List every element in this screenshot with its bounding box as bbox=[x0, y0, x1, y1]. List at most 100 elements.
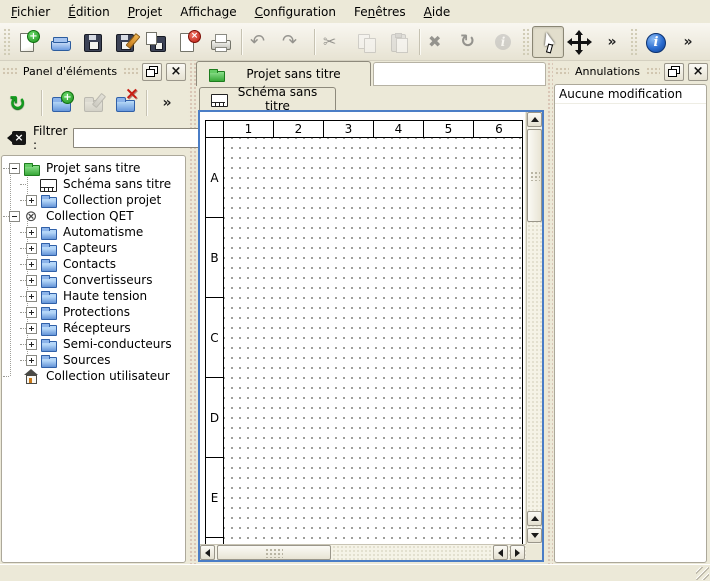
tree-item-collection-qet[interactable]: Collection QET bbox=[2, 208, 185, 224]
close-panel-button[interactable] bbox=[166, 63, 186, 81]
scroll-down-button[interactable] bbox=[527, 528, 542, 543]
menu-fichier[interactable]: Fichier bbox=[2, 3, 59, 21]
tree-expander[interactable] bbox=[9, 163, 20, 174]
tree-expander[interactable] bbox=[26, 339, 37, 350]
right-splitter[interactable] bbox=[546, 60, 553, 565]
tree-item-recepteurs[interactable]: Récepteurs bbox=[2, 320, 185, 336]
delete-category-button[interactable] bbox=[110, 87, 142, 119]
tree-expander[interactable] bbox=[26, 243, 37, 254]
tree-item-haute-tension[interactable]: Haute tension bbox=[2, 288, 185, 304]
panel-overflow-button[interactable]: » bbox=[151, 87, 183, 119]
scroll-up-button[interactable] bbox=[527, 112, 542, 127]
tree-item-label: Capteurs bbox=[61, 241, 119, 255]
tree-expander[interactable] bbox=[26, 259, 37, 270]
tree-item-projet-sans-titre[interactable]: Projet sans titre bbox=[2, 160, 185, 176]
save-button[interactable] bbox=[77, 26, 109, 58]
dock-texture bbox=[2, 67, 17, 76]
menu-aide[interactable]: Aide bbox=[415, 3, 460, 21]
float-panel-button[interactable] bbox=[142, 63, 162, 81]
tree-item-schema-sans-titre[interactable]: Schéma sans titre bbox=[2, 176, 185, 192]
tree-item-protections[interactable]: Protections bbox=[2, 304, 185, 320]
vertical-scrollbar[interactable] bbox=[526, 112, 542, 544]
schema-canvas[interactable]: 123456 ABCDE bbox=[200, 112, 525, 544]
close-undo-panel-button[interactable] bbox=[688, 63, 708, 81]
schema-icon bbox=[211, 92, 228, 107]
schema-view[interactable]: 123456 ABCDE bbox=[198, 110, 544, 562]
paper-corner-cell bbox=[206, 121, 224, 137]
elements-panel: Panel d'éléments » Filtrer : Projet sans… bbox=[0, 60, 188, 565]
new-file-button[interactable] bbox=[13, 26, 45, 58]
info-button bbox=[488, 26, 520, 58]
tree-item-semi-conducteurs[interactable]: Semi-conducteurs bbox=[2, 336, 185, 352]
undo-panel: Annulations Aucune modification bbox=[553, 60, 710, 565]
scroll-right-button[interactable] bbox=[510, 545, 525, 560]
menu-bar: FichierÉditionProjetAffichageConfigurati… bbox=[0, 0, 710, 24]
save-all-button[interactable] bbox=[141, 26, 173, 58]
tree-item-label: Collection projet bbox=[61, 193, 163, 207]
tree-expander[interactable] bbox=[26, 195, 37, 206]
tree-expander[interactable] bbox=[26, 323, 37, 334]
horizontal-scrollbar[interactable] bbox=[200, 544, 526, 560]
folder-blue-icon bbox=[40, 257, 57, 272]
status-bar bbox=[0, 564, 710, 581]
tree-expander[interactable] bbox=[26, 307, 37, 318]
tree-item-capteurs[interactable]: Capteurs bbox=[2, 240, 185, 256]
rotate-button bbox=[456, 26, 488, 58]
paper-column-label: 6 bbox=[474, 121, 524, 137]
tree-item-sources[interactable]: Sources bbox=[2, 352, 185, 368]
float-undo-panel-button[interactable] bbox=[664, 63, 684, 81]
about-button[interactable] bbox=[640, 26, 672, 58]
dock-texture bbox=[646, 67, 660, 76]
menu-projet[interactable]: Projet bbox=[119, 3, 171, 21]
toolbar-handle[interactable] bbox=[3, 28, 11, 56]
close-file-button[interactable] bbox=[173, 26, 205, 58]
horizontal-scroll-thumb[interactable] bbox=[217, 545, 331, 560]
tree-expander[interactable] bbox=[26, 227, 37, 238]
scroll-up-button-2[interactable] bbox=[527, 511, 542, 526]
tree-expander[interactable] bbox=[26, 275, 37, 286]
folder-green-icon bbox=[23, 161, 40, 176]
project-tab[interactable]: Projet sans titre bbox=[196, 61, 371, 86]
toolbar-separator bbox=[241, 29, 242, 55]
save-as-button[interactable] bbox=[109, 26, 141, 58]
undo-list-item[interactable]: Aucune modification bbox=[555, 85, 706, 104]
menu-configuration[interactable]: Configuration bbox=[246, 3, 345, 21]
tree-item-collection-utilisateur[interactable]: Collection utilisateur bbox=[2, 368, 185, 384]
print-icon bbox=[209, 31, 233, 53]
clear-filter-icon[interactable] bbox=[7, 130, 27, 146]
vertical-scroll-thumb[interactable] bbox=[527, 129, 542, 222]
tree-expander[interactable] bbox=[26, 355, 37, 366]
paper-columns: 123456 bbox=[224, 121, 524, 137]
tree-item-contacts[interactable]: Contacts bbox=[2, 256, 185, 272]
menu-edition[interactable]: Édition bbox=[59, 3, 119, 21]
select-tool-button[interactable] bbox=[532, 26, 564, 58]
menu-affichage[interactable]: Affichage bbox=[171, 3, 245, 21]
tree-expander[interactable] bbox=[9, 211, 20, 222]
menu-fenetres[interactable]: Fenêtres bbox=[345, 3, 415, 21]
folder-blue-icon bbox=[40, 305, 57, 320]
close-icon bbox=[693, 65, 704, 78]
print-button[interactable] bbox=[205, 26, 237, 58]
new-category-button[interactable] bbox=[46, 87, 78, 119]
help-overflow-button[interactable]: » bbox=[672, 26, 704, 58]
info-gray-icon bbox=[492, 31, 516, 53]
project-tab-bar: Projet sans titre bbox=[196, 60, 546, 86]
toolbar-handle[interactable] bbox=[630, 28, 638, 56]
tree-item-automatisme[interactable]: Automatisme bbox=[2, 224, 185, 240]
tools-overflow-button[interactable]: » bbox=[596, 26, 628, 58]
toolbar-handle[interactable] bbox=[522, 28, 530, 56]
move-tool-button[interactable] bbox=[564, 26, 596, 58]
schema-tab[interactable]: Schéma sans titre bbox=[199, 87, 336, 110]
tree-item-label: Collection utilisateur bbox=[44, 369, 172, 383]
tree-expander[interactable] bbox=[26, 291, 37, 302]
folder-edit-icon bbox=[82, 92, 106, 114]
scroll-left-button-2[interactable] bbox=[493, 545, 508, 560]
scroll-left-button[interactable] bbox=[200, 545, 215, 560]
open-file-button[interactable] bbox=[45, 26, 77, 58]
reload-collections-button[interactable] bbox=[5, 87, 37, 119]
tree-item-collection-projet[interactable]: Collection projet bbox=[2, 192, 185, 208]
tree-item-convertisseurs[interactable]: Convertisseurs bbox=[2, 272, 185, 288]
resize-grip[interactable] bbox=[696, 567, 709, 580]
schema-grid[interactable] bbox=[224, 138, 522, 544]
save-all-icon bbox=[145, 31, 169, 53]
